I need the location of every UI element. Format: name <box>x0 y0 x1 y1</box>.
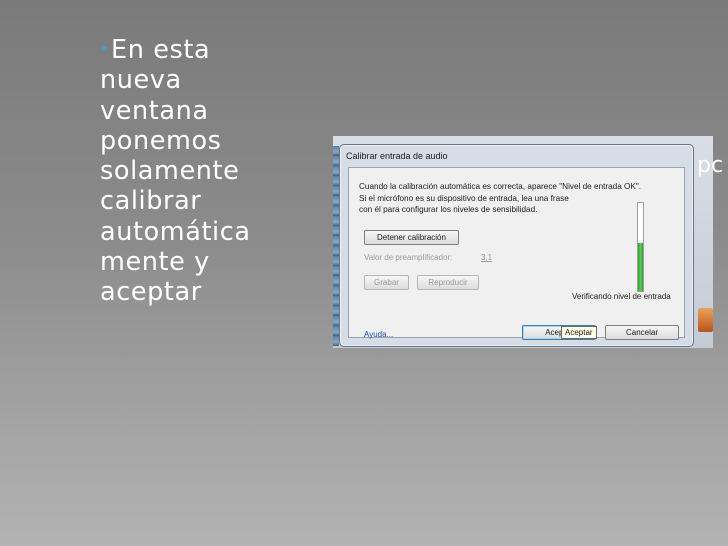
preamp-label: Valor de preamplificador: <box>364 253 453 262</box>
bullet-icon: • <box>100 39 111 58</box>
background-partial-text: pc <box>697 153 724 178</box>
accept-tooltip: Aceptar <box>561 326 597 339</box>
cancel-button[interactable]: Cancelar <box>605 325 679 340</box>
slide-line-9: aceptar <box>100 277 202 308</box>
message-line-1: Cuando la calibración automática es corr… <box>359 182 642 191</box>
dialog-message: Cuando la calibración automática es corr… <box>359 181 684 216</box>
dialog-title: Calibrar entrada de audio <box>346 151 448 161</box>
record-button[interactable]: Grabar <box>364 275 409 290</box>
input-level-meter <box>637 202 644 292</box>
slide-line-5: solamente <box>100 156 240 187</box>
stop-calibration-button[interactable]: Detener calibración <box>364 230 459 245</box>
preamp-value: 3,1 <box>481 253 493 262</box>
calibration-status: Verificando nivel de entrada <box>572 292 671 301</box>
slide-line-3: ventana <box>100 95 209 126</box>
slide-line-1-text: En esta <box>111 35 211 65</box>
input-level-meter-fill <box>638 242 643 291</box>
slide-body-text: •En esta nueva ventana ponemos solamente… <box>100 34 300 308</box>
slide-line-4: ponemos <box>100 125 222 156</box>
help-link[interactable]: Ayuda... <box>364 330 393 339</box>
slide-line-1: •En esta <box>100 34 300 65</box>
slide-line-8: mente y <box>100 247 210 278</box>
dialog-content: Cuando la calibración automática es corr… <box>348 167 685 340</box>
message-line-2: Si el micrófono es su dispositivo de ent… <box>359 193 569 203</box>
slide-line-6: calibrar <box>100 186 202 217</box>
background-folder-icon <box>698 308 713 332</box>
slide-line-2: nueva <box>100 65 182 96</box>
slide-line-7: automática <box>100 216 251 247</box>
play-button[interactable]: Reproducir <box>417 275 479 290</box>
message-line-3: con él para configurar los niveles de se… <box>359 205 538 214</box>
screenshot-image: pc Calibrar entrada de audio Cuando la c… <box>333 136 723 348</box>
calibrate-audio-dialog: Calibrar entrada de audio Cuando la cali… <box>339 144 694 347</box>
